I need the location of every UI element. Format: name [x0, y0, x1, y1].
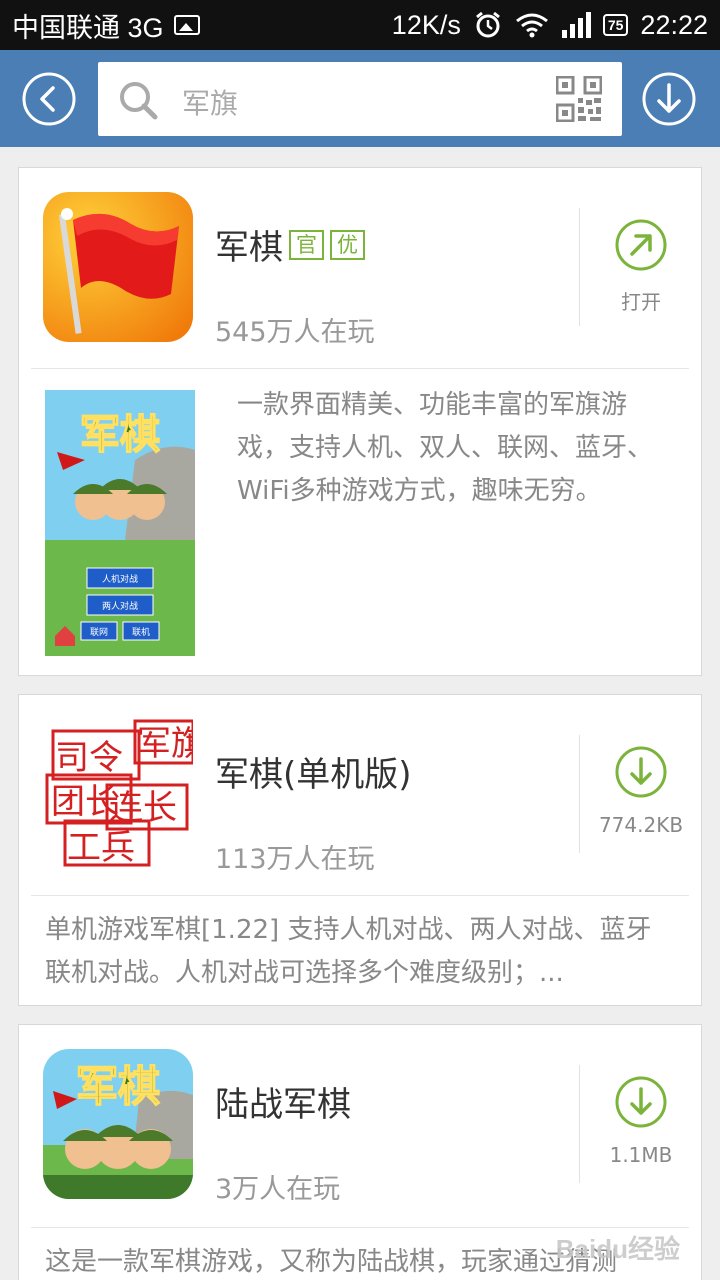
- player-count: 3万人在玩: [215, 1174, 341, 1205]
- app-title: 军棋 官 优: [215, 220, 365, 269]
- alarm-icon: [475, 11, 500, 38]
- app-description: 一款界面精美、功能丰富的军旗游戏，支持人机、双人、联网、蓝牙、WiFi多种游戏方…: [237, 390, 654, 506]
- app-title: 陆战军棋: [215, 1077, 351, 1126]
- stamp-text: 工兵: [67, 828, 135, 868]
- divider: [579, 735, 580, 853]
- divider: [31, 368, 689, 369]
- open-button[interactable]: 打开: [581, 218, 701, 315]
- app-card[interactable]: 司令 军旗 团长 连长 工兵 军棋(单机版) 113万人在玩 774.2KB 单…: [18, 694, 702, 1006]
- signal-icon: [561, 12, 591, 38]
- search-icon: [120, 82, 158, 120]
- image-icon: [173, 15, 200, 35]
- screenshot-title: 军棋: [80, 412, 160, 458]
- download-manager-button[interactable]: [642, 72, 696, 126]
- screenshot-button-label: 人机对战: [102, 573, 138, 585]
- carrier-text: 中国联通 3G: [12, 12, 164, 43]
- download-button[interactable]: 1.1MB: [581, 1075, 701, 1167]
- stamp-text: 连长: [109, 788, 177, 828]
- red-flag-app-icon: [43, 192, 193, 342]
- screenshot-button-label: 联网: [90, 627, 108, 638]
- player-count: 545万人在玩: [215, 317, 375, 348]
- divider: [579, 1065, 580, 1183]
- army-chess-app-icon: 军棋: [43, 1049, 193, 1199]
- app-name: 军棋(单机版): [215, 755, 412, 795]
- qr-scan-icon[interactable]: [556, 76, 602, 122]
- battery-icon: 75: [602, 14, 629, 36]
- quality-badge: 优: [330, 229, 365, 260]
- file-size: 774.2KB: [598, 813, 684, 837]
- download-icon: [615, 1076, 667, 1128]
- open-arrow-icon: [615, 219, 667, 271]
- app-screenshot[interactable]: 军棋 人机对战 两人对战 联网 联机: [45, 390, 195, 656]
- search-query: 军旗: [182, 87, 239, 120]
- search-header: 军旗: [0, 50, 720, 147]
- stamp-text: 司令: [55, 738, 123, 778]
- open-label: 打开: [621, 290, 661, 314]
- app-card[interactable]: 军棋 官 优 545万人在玩 打开 军棋 人机对战 两人对战 联网 联机 一款界…: [18, 167, 702, 676]
- app-name: 陆战军棋: [215, 1085, 351, 1125]
- icon-title: 军棋: [76, 1062, 160, 1111]
- stamp-text: 军旗: [137, 724, 193, 764]
- divider: [579, 208, 580, 326]
- download-icon: [615, 746, 667, 798]
- app-title: 军棋(单机版): [215, 747, 412, 796]
- back-button[interactable]: [22, 72, 76, 126]
- divider: [31, 1227, 689, 1228]
- search-input[interactable]: 军旗: [98, 62, 622, 136]
- net-speed: 12K/s: [391, 9, 461, 40]
- screenshot-button-label: 两人对战: [102, 600, 138, 612]
- file-size: 1.1MB: [609, 1143, 673, 1167]
- download-button[interactable]: 774.2KB: [581, 745, 701, 837]
- stamp-app-icon: 司令 军旗 团长 连长 工兵: [43, 719, 193, 869]
- clock: 22:22: [640, 9, 708, 40]
- app-description: 单机游戏军棋[1.22] 支持人机对战、两人对战、蓝牙联机对战。人机对战可选择多…: [45, 915, 652, 988]
- status-bar: 中国联通 3G 12K/s 75 22:22: [0, 0, 720, 50]
- app-name: 军棋: [215, 228, 283, 268]
- screenshot-button-label: 联机: [132, 626, 150, 638]
- wifi-icon: [515, 13, 548, 38]
- official-badge: 官: [289, 229, 324, 260]
- watermark: Baidu经验: [555, 1234, 680, 1264]
- divider: [31, 895, 689, 896]
- player-count: 113万人在玩: [215, 844, 375, 875]
